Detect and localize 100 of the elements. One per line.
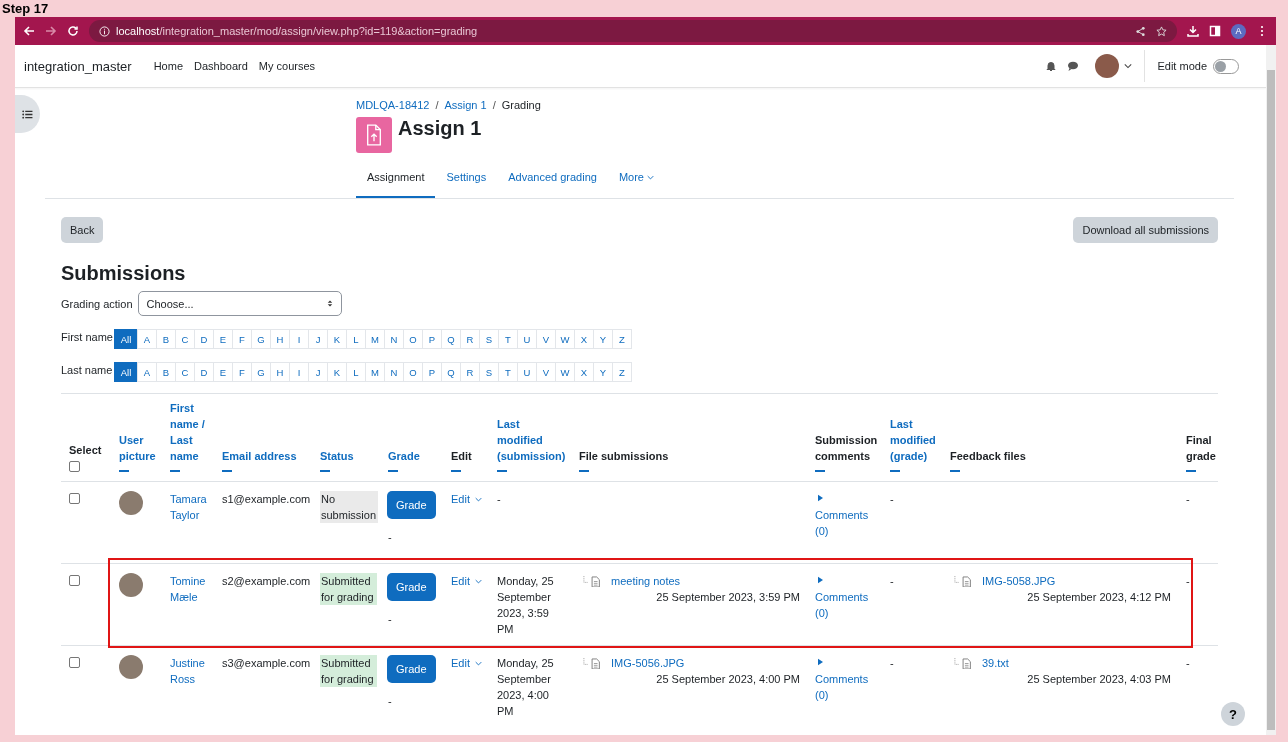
initial-filter-button[interactable]: Z	[612, 329, 632, 349]
breadcrumb-link[interactable]: Assign 1	[444, 99, 487, 111]
side-panel-icon[interactable]	[1209, 25, 1221, 37]
profile-avatar[interactable]: A	[1231, 23, 1246, 39]
nav-link[interactable]: Home	[153, 60, 183, 72]
column-header[interactable]: Last modified (grade)	[890, 416, 937, 464]
initial-filter-button[interactable]: Q	[441, 329, 461, 349]
initial-filter-button[interactable]: E	[213, 362, 233, 382]
share-icon[interactable]	[1135, 25, 1146, 37]
initial-filter-button[interactable]: W	[555, 362, 575, 382]
user-name-link[interactable]: Tamara Taylor	[170, 491, 211, 523]
initial-filter-button[interactable]: Q	[441, 362, 461, 382]
initial-filter-button[interactable]: B	[156, 329, 176, 349]
initial-filter-button[interactable]: J	[308, 362, 328, 382]
forward-arrow-icon[interactable]	[45, 25, 57, 37]
back-button[interactable]: Back	[61, 217, 104, 243]
tab[interactable]: Settings	[435, 161, 498, 198]
feedback-file-link[interactable]: 39.txt	[982, 655, 1009, 671]
select-all-checkbox[interactable]	[69, 461, 80, 472]
initial-filter-button[interactable]: X	[574, 329, 594, 349]
bell-icon[interactable]	[1045, 60, 1058, 72]
initial-filter-button[interactable]: Y	[593, 329, 613, 349]
initial-filter-button[interactable]: X	[574, 362, 594, 382]
initial-filter-button[interactable]: U	[517, 362, 537, 382]
initial-filter-button[interactable]: N	[384, 329, 404, 349]
drawer-toggle-button[interactable]	[15, 95, 40, 133]
edit-menu-link[interactable]: Edit	[451, 573, 482, 589]
file-link[interactable]: IMG-5056.JPG	[611, 655, 685, 671]
file-link[interactable]: meeting notes	[611, 573, 681, 589]
initial-filter-button[interactable]: Y	[593, 362, 613, 382]
initial-filter-button[interactable]: T	[498, 329, 518, 349]
column-header[interactable]: User picture	[119, 432, 157, 464]
site-name[interactable]: integration_master	[24, 58, 132, 74]
initial-filter-button[interactable]: H	[270, 362, 290, 382]
initial-filter-button[interactable]: E	[213, 329, 233, 349]
initial-filter-button[interactable]: K	[327, 329, 347, 349]
initial-filter-button[interactable]: R	[460, 362, 480, 382]
initial-filter-button[interactable]: C	[175, 329, 195, 349]
initial-filter-button[interactable]: N	[384, 362, 404, 382]
column-header[interactable]: Email address	[222, 448, 307, 464]
initial-filter-button[interactable]: D	[194, 362, 214, 382]
feedback-file-link[interactable]: IMG-5058.JPG	[982, 573, 1056, 589]
tab[interactable]: More	[607, 161, 665, 198]
initial-filter-button[interactable]: G	[251, 329, 271, 349]
download-all-button[interactable]: Download all submissions	[1073, 217, 1218, 243]
comments-link[interactable]: Comments (0)	[815, 589, 871, 621]
initial-filter-button[interactable]: V	[536, 329, 556, 349]
nav-link[interactable]: My courses	[258, 60, 316, 72]
chat-icon[interactable]	[1067, 60, 1080, 72]
help-button[interactable]: ?	[1221, 702, 1245, 726]
comments-link[interactable]: Comments (0)	[815, 507, 871, 539]
initial-filter-button[interactable]: M	[365, 329, 385, 349]
initial-filter-button[interactable]: W	[555, 329, 575, 349]
row-checkbox[interactable]	[69, 657, 80, 668]
initial-filter-button[interactable]: I	[289, 362, 309, 382]
breadcrumb-link[interactable]: MDLQA-18412	[356, 99, 430, 111]
caret-icon[interactable]	[1124, 63, 1133, 69]
grade-button[interactable]: Grade	[387, 655, 436, 683]
initial-filter-button[interactable]: A	[137, 329, 157, 349]
download-icon[interactable]	[1187, 25, 1199, 37]
reload-icon[interactable]	[67, 25, 79, 37]
edit-menu-link[interactable]: Edit	[451, 655, 482, 671]
back-arrow-icon[interactable]	[23, 25, 35, 37]
initial-filter-button[interactable]: F	[232, 362, 252, 382]
initial-filter-button[interactable]: O	[403, 329, 423, 349]
initial-filter-button[interactable]: S	[479, 362, 499, 382]
expand-triangle-icon[interactable]	[818, 658, 823, 666]
initial-filter-button[interactable]: T	[498, 362, 518, 382]
row-checkbox[interactable]	[69, 575, 80, 586]
initial-filter-button[interactable]: R	[460, 329, 480, 349]
address-bar[interactable]: localhost/integration_master/mod/assign/view.php?id=119&action=grading	[89, 20, 1177, 42]
initial-filter-button[interactable]: U	[517, 329, 537, 349]
nav-link[interactable]: Dashboard	[194, 60, 248, 72]
star-icon[interactable]	[1156, 25, 1167, 37]
initial-filter-button[interactable]: All	[114, 329, 138, 349]
initial-filter-button[interactable]: A	[137, 362, 157, 382]
initial-filter-button[interactable]: L	[346, 329, 366, 349]
scrollbar[interactable]	[1266, 45, 1276, 735]
expand-triangle-icon[interactable]	[818, 576, 823, 584]
user-name-link[interactable]: Justine Ross	[170, 655, 211, 687]
initial-filter-button[interactable]: C	[175, 362, 195, 382]
initial-filter-button[interactable]: K	[327, 362, 347, 382]
row-checkbox[interactable]	[69, 493, 80, 504]
edit-menu-link[interactable]: Edit	[451, 491, 482, 507]
user-avatar[interactable]	[1095, 54, 1120, 78]
initial-filter-button[interactable]: S	[479, 329, 499, 349]
initial-filter-button[interactable]: O	[403, 362, 423, 382]
initial-filter-button[interactable]: Z	[612, 362, 632, 382]
grade-button[interactable]: Grade	[387, 573, 436, 601]
column-header[interactable]: Status	[320, 448, 375, 464]
initial-filter-button[interactable]: P	[422, 362, 442, 382]
initial-filter-button[interactable]: G	[251, 362, 271, 382]
initial-filter-button[interactable]: H	[270, 329, 290, 349]
grade-button[interactable]: Grade	[387, 491, 436, 519]
initial-filter-button[interactable]: All	[114, 362, 138, 382]
initial-filter-button[interactable]: J	[308, 329, 328, 349]
expand-triangle-icon[interactable]	[818, 494, 823, 502]
initial-filter-button[interactable]: I	[289, 329, 309, 349]
column-header[interactable]: Last modified (submission)	[497, 416, 566, 464]
user-name-link[interactable]: Tomine Mæle	[170, 573, 211, 605]
